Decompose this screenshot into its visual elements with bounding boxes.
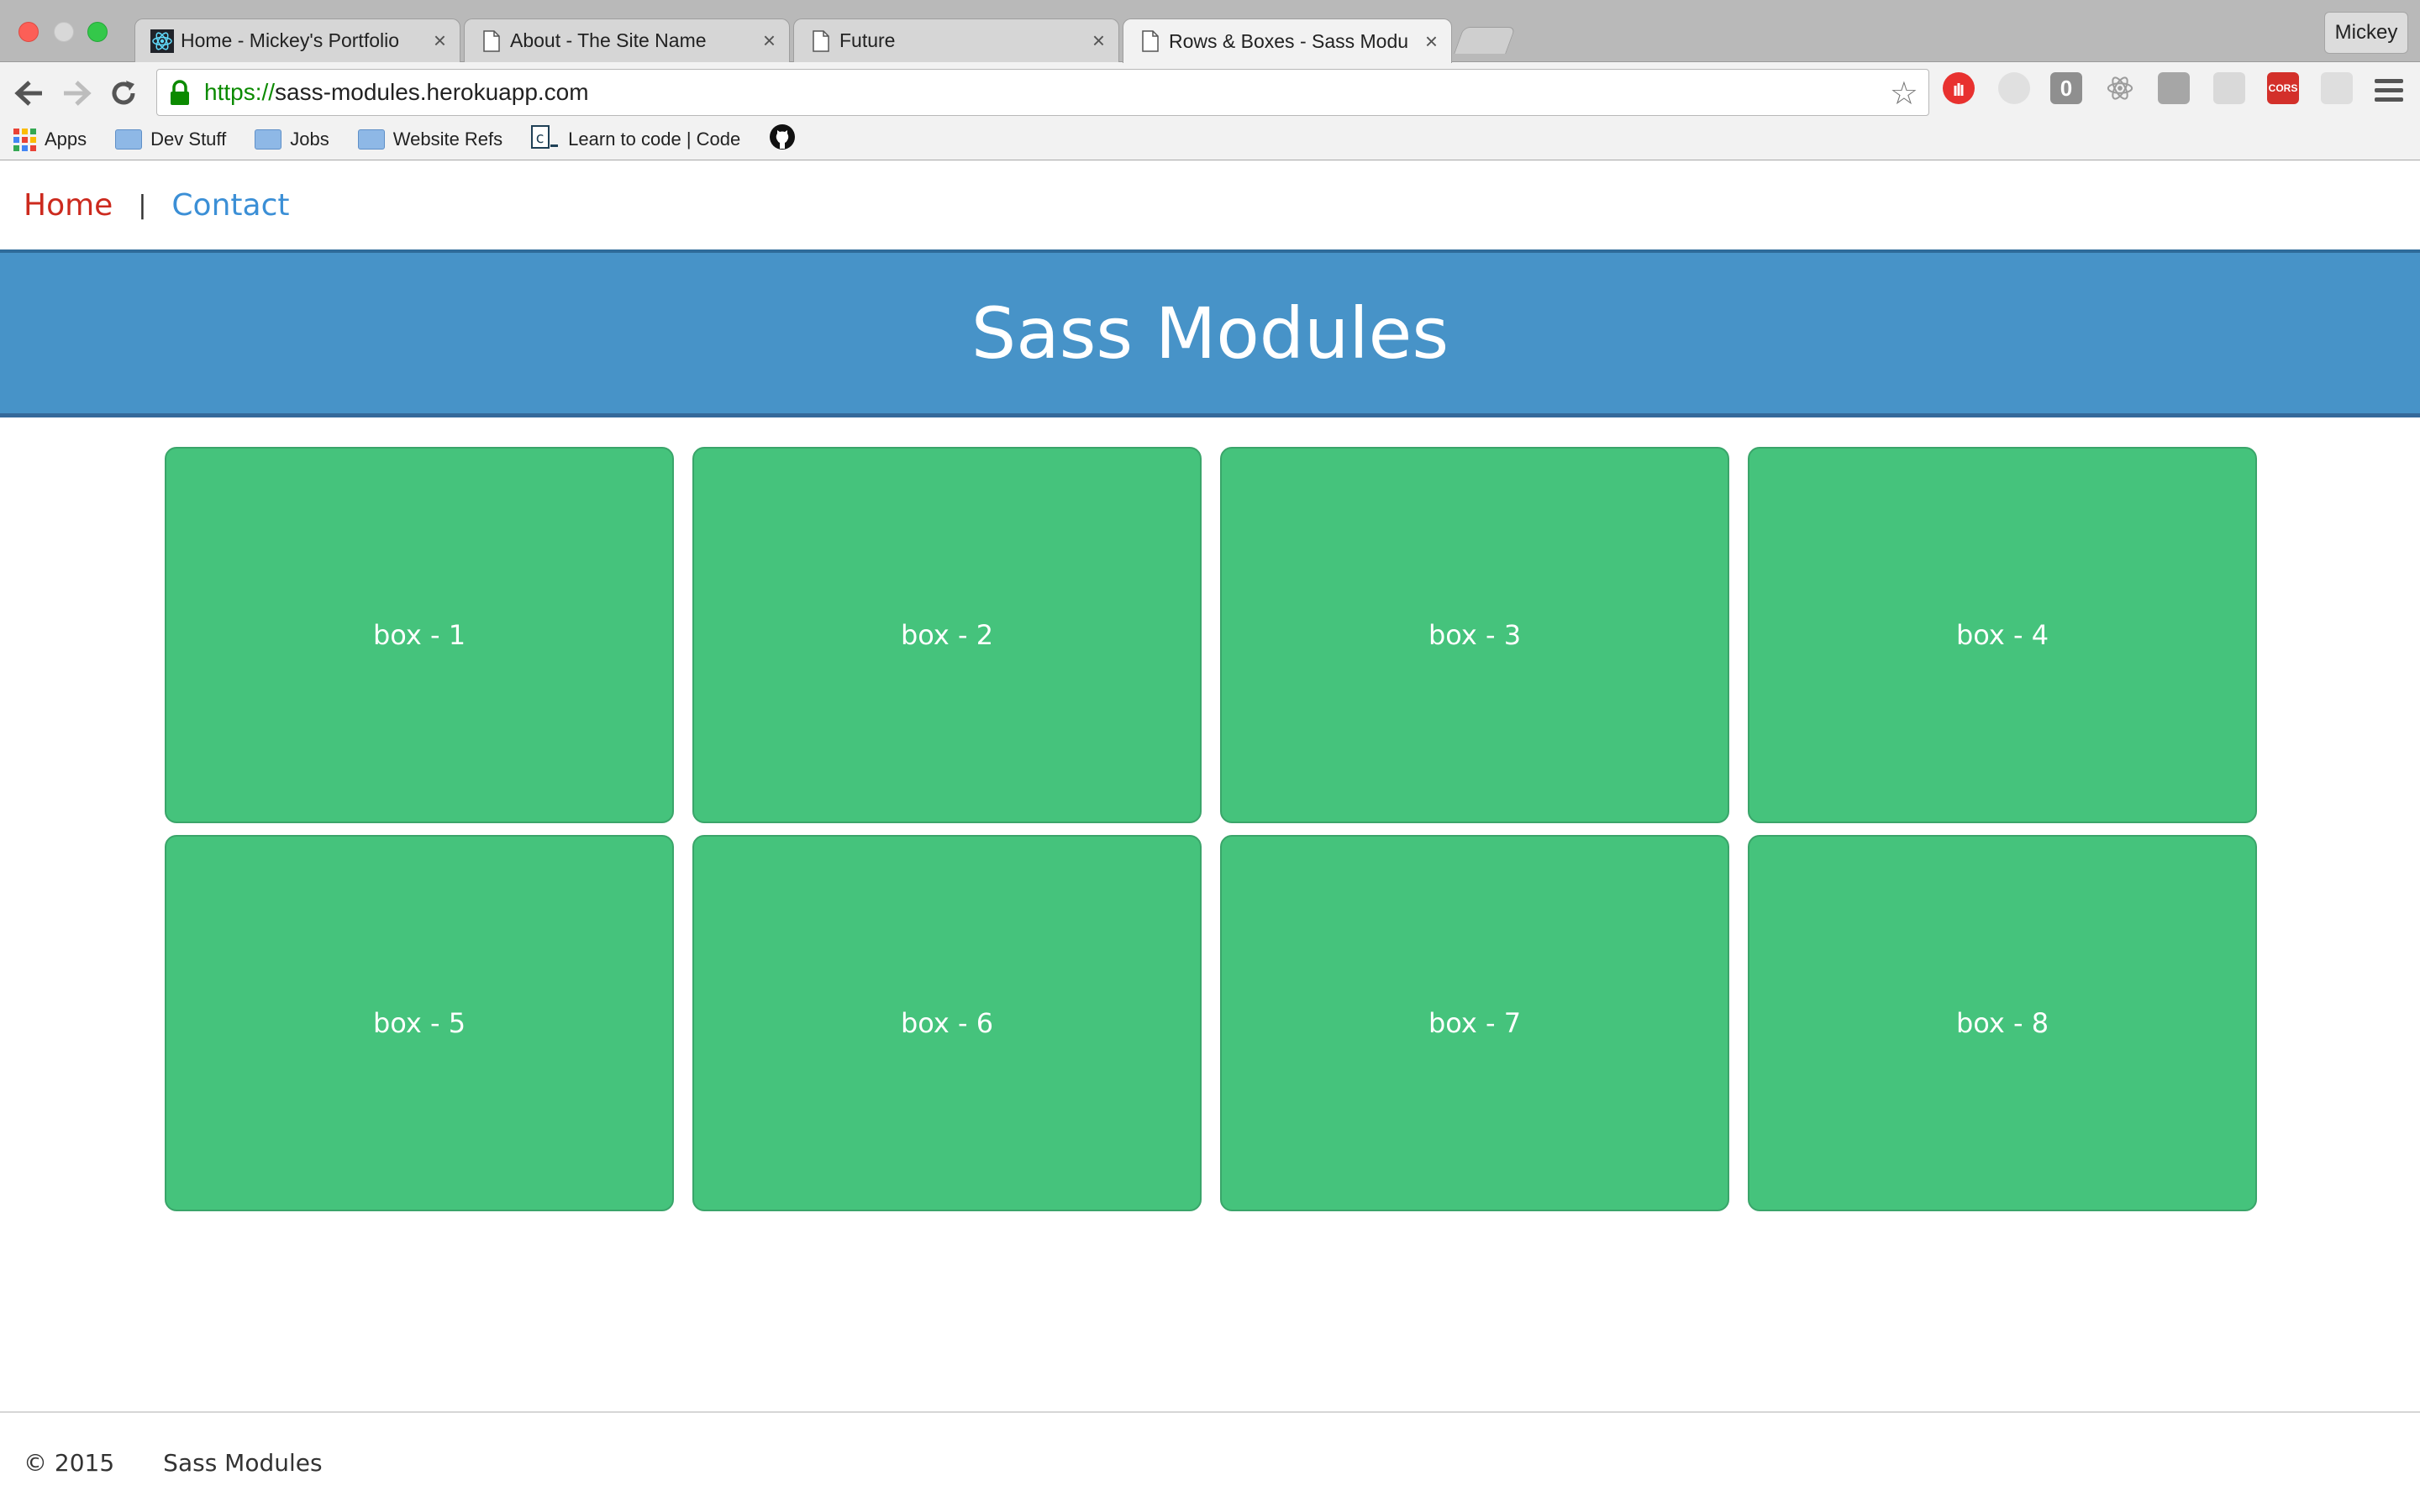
page-icon [809,29,833,53]
extension-icon[interactable] [2213,72,2245,104]
folder-icon [357,129,385,150]
lock-icon [169,80,191,113]
url-host: sass-modules.herokuapp.com [275,79,589,105]
box-grid: box - 1 box - 2 box - 3 box - 4 box - 5 … [165,447,2257,1211]
reload-button[interactable] [104,74,143,113]
nav-link-contact[interactable]: Contact [171,188,289,223]
browser-tab[interactable]: Future × [793,18,1119,62]
minimize-window-button[interactable] [54,22,74,42]
box: box - 6 [692,835,1202,1211]
bookmark-apps[interactable]: Apps [13,128,87,151]
page-icon [1139,29,1162,53]
box: box - 8 [1748,835,2257,1211]
adblock-icon[interactable] [1943,72,1975,104]
back-button[interactable] [10,74,49,113]
site-nav: Home | Contact [0,160,2420,249]
address-bar[interactable]: https:// sass-modules.herokuapp.com ☆ [156,69,1929,116]
tab-title: Future [839,29,896,51]
browser-menu-icon[interactable] [2375,79,2403,107]
tab-close-icon[interactable]: × [1092,28,1105,54]
react-devtools-icon[interactable] [2104,72,2136,104]
extension-icon[interactable] [1998,72,2030,104]
tab-title: Home - Mickey's Portfolio [181,29,400,51]
new-tab-button[interactable] [1454,27,1516,54]
box: box - 2 [692,447,1202,823]
page-footer: © 2015 Sass Modules [0,1411,2420,1512]
bookmark-star-icon[interactable]: ☆ [1890,75,1918,113]
tab-close-icon[interactable]: × [1425,29,1438,55]
box: box - 5 [165,835,674,1211]
tab-title: Rows & Boxes - Sass Modu [1169,29,1409,52]
counter-icon[interactable]: 0 [2050,72,2082,104]
forward-arrow-icon [64,81,92,106]
profile-button[interactable]: Mickey [2324,12,2408,54]
react-icon [150,29,174,53]
zoom-window-button[interactable] [87,22,108,42]
apps-grid-icon [13,128,36,151]
tab-close-icon[interactable]: × [763,28,776,54]
browser-tab-active[interactable]: Rows & Boxes - Sass Modu × [1123,18,1452,63]
folder-icon [255,129,282,150]
url-scheme: https:// [204,79,276,105]
codecademy-icon: c [531,125,560,154]
github-icon [769,123,796,155]
bookmark-folder-jobs[interactable]: Jobs [255,129,329,150]
bookmarks-bar: Apps Dev Stuff Jobs Website Refs c Learn… [0,118,2420,161]
bookmark-label: Dev Stuff [150,129,227,150]
browser-tab[interactable]: About - The Site Name × [464,18,790,62]
page-icon [480,29,503,53]
reload-icon [112,81,135,105]
browser-tab[interactable]: Home - Mickey's Portfolio × [134,18,460,62]
cors-icon[interactable]: CORS [2267,72,2299,104]
box: box - 3 [1220,447,1729,823]
forward-button[interactable] [57,74,96,113]
footer-copyright: © 2015 [24,1448,115,1477]
bookmark-label: Jobs [290,129,329,150]
bookmark-label: Website Refs [392,129,503,150]
bookmark-folder-website-refs[interactable]: Website Refs [357,129,503,150]
nav-link-home[interactable]: Home [24,188,113,223]
extension-icon[interactable] [2158,72,2190,104]
bookmark-label: Apps [45,129,87,150]
box: box - 4 [1748,447,2257,823]
bookmark-github[interactable] [769,123,804,155]
back-arrow-icon [14,81,42,106]
page-title: Sass Modules [971,291,1449,375]
bookmark-folder-dev-stuff[interactable]: Dev Stuff [115,129,226,150]
close-window-button[interactable] [18,22,39,42]
extension-icon[interactable] [2321,72,2353,104]
box: box - 1 [165,447,674,823]
folder-icon [115,129,143,150]
box: box - 7 [1220,835,1729,1211]
footer-site-name: Sass Modules [163,1448,323,1477]
tab-title: About - The Site Name [510,29,707,51]
browser-tab-strip: Home - Mickey's Portfolio × About - The … [0,0,2420,63]
page-header: Sass Modules [0,249,2420,417]
bookmark-label: Learn to code | Code [568,129,741,150]
bookmark-learn-to-code[interactable]: c Learn to code | Code [531,125,740,154]
svg-text:c: c [535,129,544,147]
nav-separator: | [138,190,147,220]
tab-close-icon[interactable]: × [434,28,446,54]
